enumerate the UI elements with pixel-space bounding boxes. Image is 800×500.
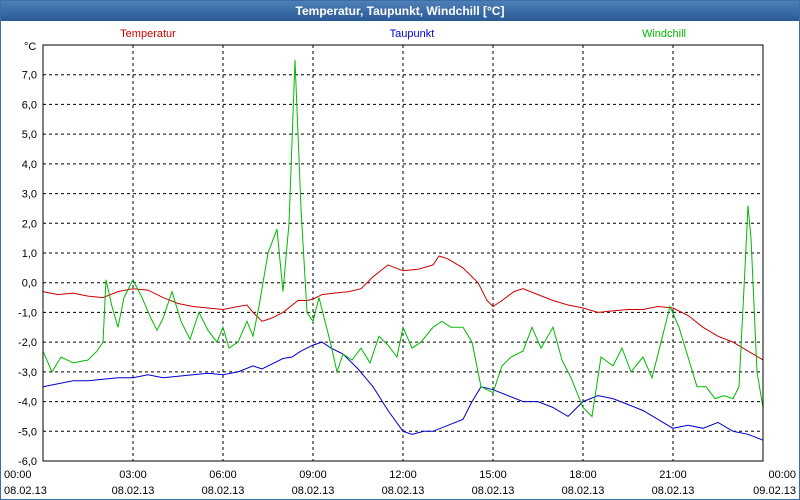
y-tick-label: 2,0 [22,218,37,230]
y-axis-ticks: 7,0 6,0 5,0 4,0 3,0 2,0 1,0 0,0 -1,0 -2,0 -3,0 -4,0… [18,70,37,468]
x-tick-time: 09:00 [299,469,327,481]
y-tick-label: 1,0 [22,248,37,260]
x-tick-date: 08.02.13 [112,485,155,497]
y-tick-label: 3,0 [22,189,37,201]
legend-temperatur: Temperatur [120,28,176,40]
x-tick-time: 00:00 [768,469,796,481]
x-tick-date: 09.02.13 [753,485,796,497]
y-tick-label: -6,0 [18,456,37,468]
line-chart: 7,0 6,0 5,0 4,0 3,0 2,0 1,0 0,0 -1,0 -2,0 -3,0 -4,0… [4,28,796,497]
x-axis-ticks: 00:00 08.02.13 03:00 08.02.13 06:00 08.02.13 0… [4,469,796,497]
legend-windchill: Windchill [642,28,686,40]
x-tick-date: 08.02.13 [472,485,515,497]
x-tick-date: 08.02.13 [202,485,245,497]
x-tick-time: 12:00 [389,469,417,481]
y-tick-label: 4,0 [22,159,37,171]
y-tick-label: -2,0 [18,337,37,349]
y-tick-label: 7,0 [22,70,37,82]
x-tick-time: 21:00 [659,469,687,481]
legend-taupunkt: Taupunkt [390,28,435,40]
y-tick-label: 5,0 [22,129,37,141]
x-tick-time: 00:00 [4,469,32,481]
y-axis-unit: °C [24,41,36,53]
x-tick-date: 08.02.13 [382,485,425,497]
x-tick-time: 03:00 [119,469,147,481]
y-tick-label: -1,0 [18,307,37,319]
y-tick-label: 6,0 [22,99,37,111]
y-tick-label: -3,0 [18,367,37,379]
x-tick-date: 08.02.13 [292,485,335,497]
series-line-temperatur [42,255,764,361]
x-tick-time: 15:00 [479,469,507,481]
x-tick-date: 08.02.13 [4,485,47,497]
x-tick-date: 08.02.13 [652,485,695,497]
chart-legend: Temperatur Taupunkt Windchill [120,28,686,40]
x-tick-time: 06:00 [209,469,237,481]
x-tick-date: 08.02.13 [562,485,605,497]
y-tick-label: -5,0 [18,426,37,438]
chart-grid [43,45,763,461]
x-tick-time: 18:00 [569,469,597,481]
y-tick-label: 0,0 [22,278,37,290]
y-tick-label: -4,0 [18,397,37,409]
